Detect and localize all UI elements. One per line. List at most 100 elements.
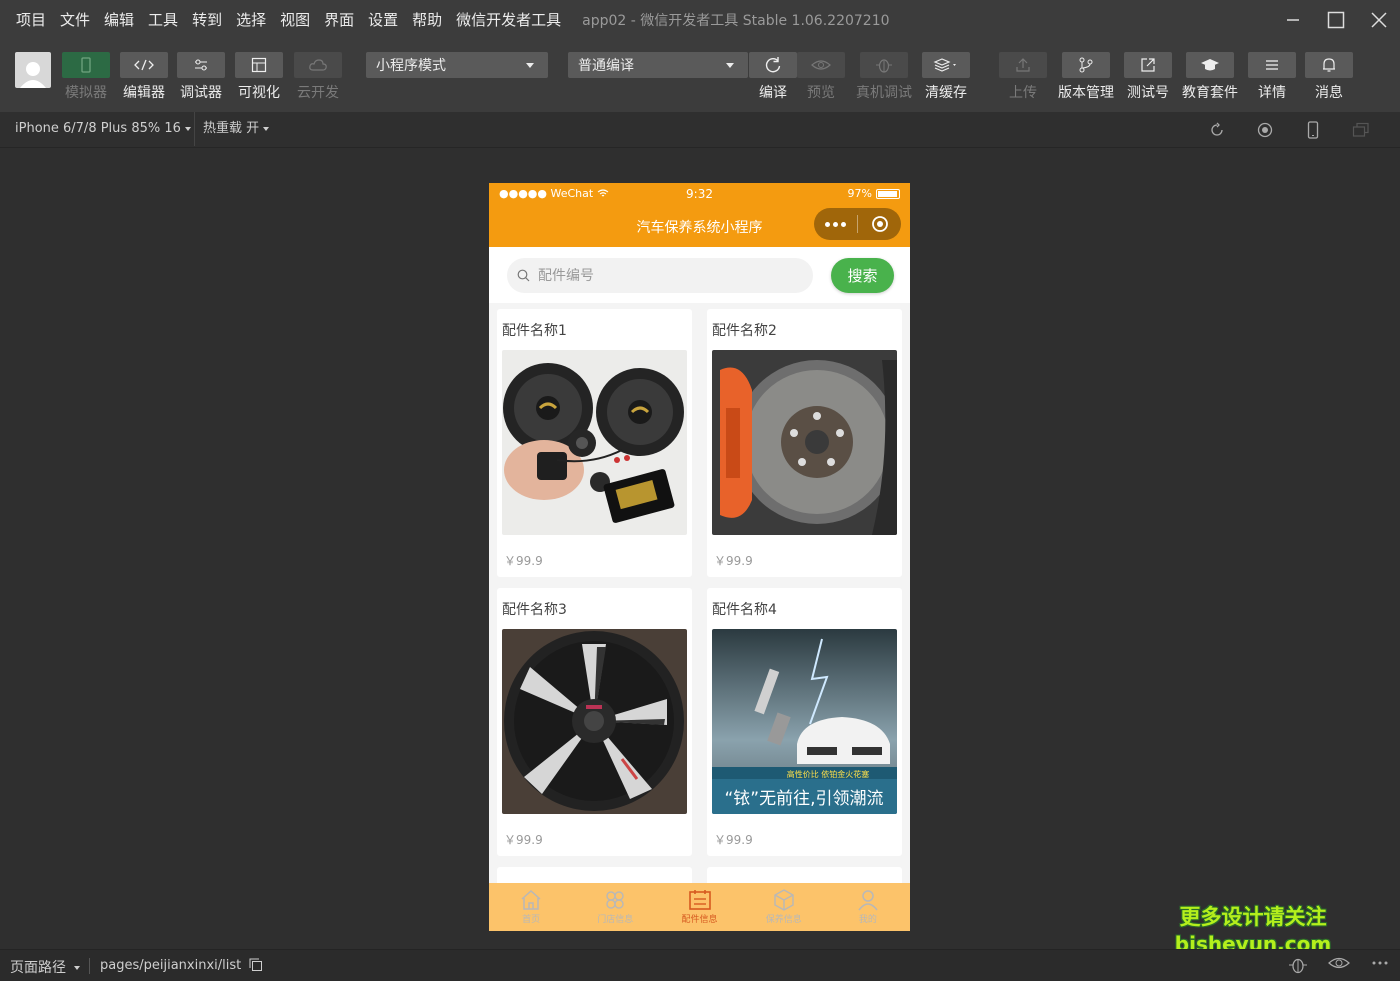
debugger-tool[interactable]: 调试器 [177, 52, 225, 101]
part-image-wheel[interactable] [502, 629, 687, 814]
part-card-1[interactable]: 配件名称1 ￥99.9 [497, 309, 692, 577]
part-title: 配件名称1 [502, 323, 567, 339]
part-image-spark-plug[interactable]: 高性价比 依铂金火花塞 “铱”无前往,引领潮流 [712, 629, 897, 814]
search-button[interactable]: 搜索 [831, 258, 894, 293]
box-icon [774, 889, 794, 911]
compile-select-value: 普通编译 [578, 58, 634, 74]
window-title: app02 - 微信开发者工具 Stable 1.06.2207210 [582, 13, 890, 29]
chevron-down-icon [74, 966, 81, 970]
search-box [507, 258, 813, 293]
menu-lines-icon [1266, 60, 1278, 70]
minimize-button[interactable] [1271, 0, 1314, 40]
chevron-down-icon [184, 126, 191, 131]
bug-icon [876, 59, 892, 73]
bug-icon[interactable] [1288, 956, 1308, 974]
avatar[interactable] [15, 52, 51, 88]
messages-tool[interactable]: 消息 [1305, 52, 1353, 101]
device-debug-tool[interactable]: 真机调试 [856, 52, 912, 101]
record-button[interactable] [1241, 120, 1289, 140]
page-path-toggle[interactable]: 页面路径 [10, 957, 81, 977]
close-window-button[interactable] [1357, 0, 1400, 40]
part-image-speakers[interactable] [502, 350, 687, 535]
maximize-icon [1327, 11, 1344, 29]
menu-select[interactable]: 选择 [229, 0, 273, 40]
device-frame-button[interactable] [1289, 120, 1337, 140]
maximize-button[interactable] [1314, 0, 1357, 40]
education-tool[interactable]: 教育套件 [1182, 52, 1238, 101]
upload-tool[interactable]: 上传 [999, 52, 1047, 101]
rotate-button[interactable] [1193, 120, 1241, 140]
menu-tools[interactable]: 工具 [141, 0, 185, 40]
more-button[interactable] [814, 221, 857, 227]
battery-percent: 97% [847, 187, 872, 200]
copy-icon[interactable] [249, 958, 263, 971]
part-card-2[interactable]: 配件名称2 ￥99.9 [707, 309, 902, 577]
device-debug-label: 真机调试 [856, 85, 912, 101]
debug-sliders-icon [195, 59, 207, 71]
home-icon [521, 889, 541, 910]
eye-icon[interactable] [1328, 956, 1350, 970]
device-select-value: iPhone 6/7/8 Plus 85% 16 [15, 121, 181, 136]
preview-tool[interactable]: 预览 [797, 52, 845, 101]
menu-file[interactable]: 文件 [53, 0, 97, 40]
menu-goto[interactable]: 转到 [185, 0, 229, 40]
ad-tagline-text: 高性价比 依铂金火花塞 [787, 769, 870, 779]
graduation-cap-icon [1201, 59, 1219, 71]
part-price: ￥99.9 [504, 554, 543, 568]
simulator-tool[interactable]: 模拟器 [62, 52, 110, 101]
cloud-dev-label: 云开发 [297, 85, 339, 101]
search-input[interactable] [538, 267, 788, 284]
menu-wechat-devtools[interactable]: 微信开发者工具 [449, 0, 568, 40]
ad-slogan-text: “铱”无前往,引领潮流 [724, 789, 883, 809]
test-account-tool[interactable]: 测试号 [1124, 52, 1172, 101]
tab-home[interactable]: 首页 [489, 883, 573, 931]
capsule-menu [814, 208, 901, 240]
layout-icon [251, 57, 267, 73]
compile-tool[interactable]: 编译 [749, 52, 797, 101]
phone-icon [1307, 121, 1319, 139]
menu-edit[interactable]: 编辑 [97, 0, 141, 40]
more-dots-icon [825, 221, 830, 227]
tab-maintenance-label: 保养信息 [765, 915, 802, 925]
simulator-label: 模拟器 [65, 85, 107, 101]
eye-icon [811, 60, 831, 70]
details-tool[interactable]: 详情 [1248, 52, 1296, 101]
menu-help[interactable]: 帮助 [405, 0, 449, 40]
tab-maintenance[interactable]: 保养信息 [742, 883, 826, 931]
tab-parts[interactable]: 配件信息 [657, 883, 741, 931]
menu-project[interactable]: 项目 [0, 0, 53, 40]
menu-interface[interactable]: 界面 [317, 0, 361, 40]
preview-label: 预览 [807, 85, 835, 101]
clear-cache-label: 清缓存 [925, 85, 967, 101]
menu-view[interactable]: 视图 [273, 0, 317, 40]
tab-mine[interactable]: 我的 [826, 883, 910, 931]
version-label: 版本管理 [1058, 85, 1114, 101]
part-card-3[interactable]: 配件名称3 ￥99.9 [497, 588, 692, 856]
clear-cache-tool[interactable]: 清缓存 [922, 52, 970, 101]
part-image-brake[interactable] [712, 350, 897, 535]
detach-window-icon [1352, 122, 1369, 137]
upload-label: 上传 [1009, 85, 1037, 101]
speakers-photo [502, 350, 687, 535]
part-card-4[interactable]: 配件名称4 高性价比 依铂金火花塞 “铱”无前往,引领潮流 ￥99.9 [707, 588, 902, 856]
tab-store[interactable]: 门店信息 [573, 883, 657, 931]
version-tool[interactable]: 版本管理 [1058, 52, 1114, 101]
editor-tool[interactable]: 编辑器 [120, 52, 168, 101]
part-title: 配件名称4 [712, 602, 777, 618]
brake-caliper-photo [712, 350, 897, 535]
cloud-dev-tool[interactable]: 云开发 [294, 52, 342, 101]
hot-reload-toggle[interactable]: 热重载 开 [194, 112, 270, 146]
more-dots-icon[interactable] [1370, 956, 1390, 970]
detach-window-button[interactable] [1337, 120, 1385, 140]
phone-navbar: 汽车保养系统小程序 [489, 205, 910, 247]
mode-select[interactable]: 小程序模式 [366, 52, 548, 78]
device-select[interactable]: iPhone 6/7/8 Plus 85% 16 [15, 112, 191, 146]
mode-select-value: 小程序模式 [376, 58, 446, 74]
menu-settings[interactable]: 设置 [361, 0, 405, 40]
alloy-wheel-photo [502, 629, 687, 814]
compile-label: 编译 [759, 85, 787, 101]
compile-select[interactable]: 普通编译 [568, 52, 748, 78]
part-title: 配件名称2 [712, 323, 777, 339]
visual-tool[interactable]: 可视化 [235, 52, 283, 101]
close-miniprogram-button[interactable] [858, 215, 901, 233]
